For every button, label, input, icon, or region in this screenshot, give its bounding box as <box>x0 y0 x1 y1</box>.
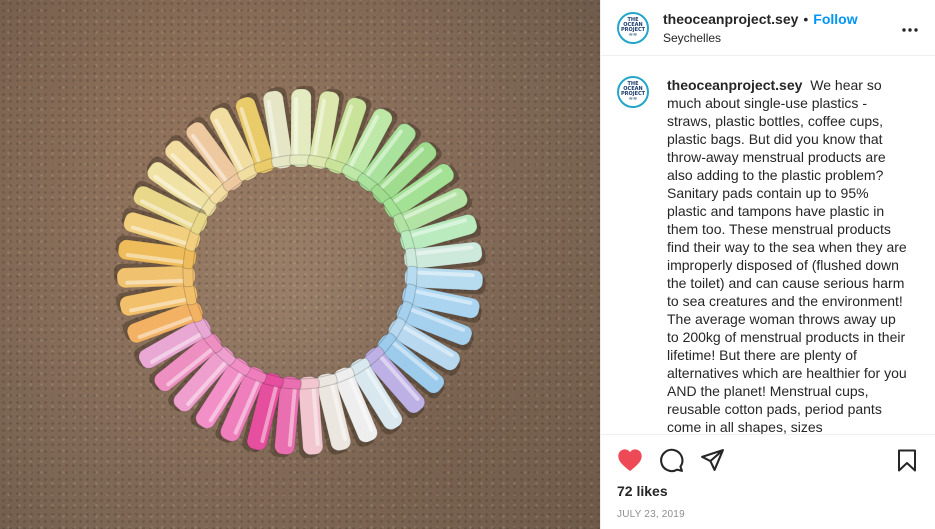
like-button[interactable] <box>617 448 643 472</box>
post-caption: theoceanproject.sey We hear so much abou… <box>667 76 907 434</box>
heart-icon <box>618 449 642 472</box>
comment-button[interactable] <box>659 448 684 473</box>
profile-avatar[interactable]: THE OCEAN PROJECT ≈≈ <box>617 11 649 44</box>
more-options-icon[interactable] <box>897 17 923 38</box>
bookmark-icon <box>898 449 916 471</box>
save-button[interactable] <box>895 448 919 473</box>
tampon-ring <box>113 86 486 459</box>
post-details-panel: THE OCEAN PROJECT ≈≈ theoceanproject.sey • … <box>600 0 935 529</box>
location-link[interactable]: Seychelles <box>663 31 897 45</box>
likes-count[interactable]: 72 likes <box>617 483 919 499</box>
ocean-project-logo-icon: THE OCEAN PROJECT ≈≈ <box>620 81 646 102</box>
paper-plane-icon <box>701 448 724 471</box>
separator-dot: • <box>803 10 809 27</box>
ocean-project-logo-icon: THE OCEAN PROJECT ≈≈ <box>620 16 646 38</box>
caption-area: THE OCEAN PROJECT ≈≈ theoceanproject.sey We… <box>601 56 935 434</box>
caption-avatar[interactable]: THE OCEAN PROJECT ≈≈ <box>617 76 649 108</box>
caption-username-link[interactable]: theoceanproject.sey <box>667 77 802 93</box>
caption-text: We hear so much about single-use plastic… <box>667 77 907 434</box>
follow-button[interactable]: Follow <box>813 11 857 27</box>
post-header: THE OCEAN PROJECT ≈≈ theoceanproject.sey • … <box>601 0 935 56</box>
username-link[interactable]: theoceanproject.sey <box>663 11 798 27</box>
post-date[interactable]: JULY 23, 2019 <box>617 509 919 520</box>
post-actions: 72 likes JULY 23, 2019 <box>601 434 935 529</box>
action-icons-row <box>617 437 919 483</box>
comment-bubble-icon <box>660 448 684 472</box>
share-button[interactable] <box>700 448 725 473</box>
header-text: theoceanproject.sey • Follow Seychelles <box>663 11 897 45</box>
post-photo[interactable] <box>0 0 600 529</box>
